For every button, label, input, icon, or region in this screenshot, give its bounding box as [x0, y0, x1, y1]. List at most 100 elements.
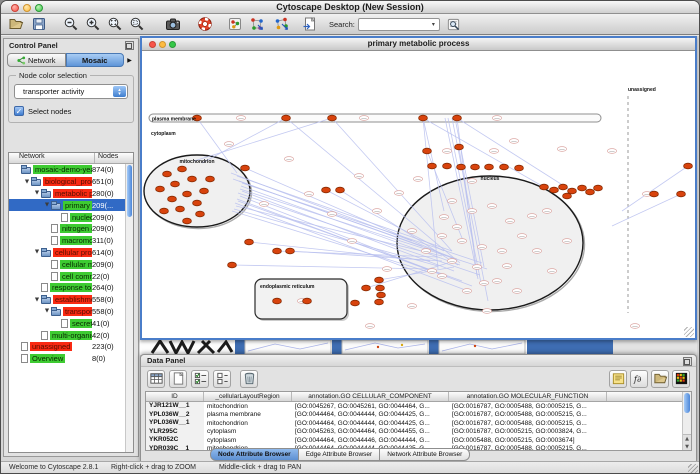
tree-row[interactable]: ▼metabolic process280(0): [9, 188, 125, 200]
tree-row[interactable]: ▼transport558(0): [9, 306, 125, 318]
small-node[interactable]: [462, 289, 471, 294]
view-minimize-button[interactable]: [159, 41, 166, 48]
small-node[interactable]: [562, 239, 571, 244]
node[interactable]: [168, 196, 177, 202]
node[interactable]: [375, 299, 384, 305]
node[interactable]: [282, 115, 291, 121]
tree-row[interactable]: ▼primary metabo209(...: [9, 199, 125, 211]
small-node[interactable]: [630, 324, 639, 329]
search-dropdown-icon[interactable]: ▾: [428, 19, 439, 30]
node[interactable]: [362, 285, 371, 291]
node[interactable]: [273, 298, 282, 304]
node[interactable]: [200, 188, 209, 194]
small-node[interactable]: [547, 269, 556, 274]
small-node[interactable]: [512, 289, 521, 294]
snapshot-camera-button[interactable]: [163, 15, 182, 34]
table-row[interactable]: YPL036W__2plasma membrane[GO:0044464, GO…: [146, 411, 691, 420]
tab-edge-attribute-browser[interactable]: Edge Attribute Browser: [299, 448, 380, 461]
node[interactable]: [515, 165, 524, 171]
small-node[interactable]: [413, 177, 422, 182]
tree-row[interactable]: ▼establishment of lo558(0): [9, 294, 125, 306]
small-node[interactable]: [259, 202, 268, 207]
node[interactable]: [193, 200, 202, 206]
tree-row[interactable]: ▼cellular process614(0): [9, 247, 125, 259]
node[interactable]: [500, 164, 509, 170]
node[interactable]: [206, 176, 215, 182]
tree-scrollbar-thumb[interactable]: [127, 165, 132, 217]
expand-triangle-icon[interactable]: ▼: [43, 308, 51, 314]
node[interactable]: [471, 164, 480, 170]
node[interactable]: [183, 191, 192, 197]
node[interactable]: [160, 208, 169, 214]
view-close-button[interactable]: [149, 41, 156, 48]
node[interactable]: [377, 292, 386, 298]
tab-node-attribute-browser[interactable]: Node Attribute Browser: [210, 448, 299, 461]
table-row[interactable]: YPL036W__1mitochondrion[GO:0044464, GO:0…: [146, 419, 691, 428]
small-node[interactable]: [437, 274, 446, 279]
small-node[interactable]: [447, 259, 456, 264]
tree-row[interactable]: secretion41(0): [9, 317, 125, 329]
small-node[interactable]: [284, 157, 293, 162]
zoom-fit-button[interactable]: [105, 15, 124, 34]
node[interactable]: [428, 163, 437, 169]
column-header[interactable]: annotation.GO CELLULAR_COMPONENT: [292, 392, 449, 401]
small-node[interactable]: [304, 192, 313, 197]
tree-row[interactable]: mosaic-demo-yeast874(0): [9, 164, 125, 176]
small-node[interactable]: [467, 179, 476, 184]
node[interactable]: [455, 144, 464, 150]
small-node[interactable]: [447, 199, 456, 204]
node[interactable]: [586, 189, 595, 195]
node[interactable]: [163, 171, 172, 177]
zoom-out-button[interactable]: [61, 15, 80, 34]
small-node[interactable]: [452, 225, 461, 230]
help-lifesaver-button[interactable]: [195, 15, 214, 34]
node[interactable]: [453, 115, 462, 121]
expand-triangle-icon[interactable]: ▼: [33, 297, 41, 303]
zoom-in-button[interactable]: [83, 15, 102, 34]
node[interactable]: [328, 115, 337, 121]
small-node[interactable]: [359, 116, 368, 121]
node[interactable]: [303, 298, 312, 304]
small-node[interactable]: [477, 245, 486, 250]
node[interactable]: [578, 185, 587, 191]
close-button[interactable]: [11, 4, 19, 12]
import-attributes-button[interactable]: [651, 370, 669, 388]
unselect-attributes-button[interactable]: [213, 370, 231, 388]
tree-row[interactable]: ▼biological_process651(0): [9, 176, 125, 188]
small-node[interactable]: [467, 209, 476, 214]
node[interactable]: [336, 187, 345, 193]
expand-triangle-icon[interactable]: ▼: [43, 202, 51, 208]
small-node[interactable]: [407, 304, 416, 309]
small-node[interactable]: [365, 324, 374, 329]
small-node[interactable]: [497, 249, 506, 254]
table-row[interactable]: YLR295Ccytoplasm[GO:0045263, GO:0044464,…: [146, 428, 691, 437]
node[interactable]: [351, 300, 360, 306]
node[interactable]: [568, 188, 577, 194]
advanced-search-button[interactable]: [444, 15, 463, 34]
node[interactable]: [423, 148, 432, 154]
small-node[interactable]: [457, 239, 466, 244]
node[interactable]: [183, 218, 192, 224]
table-scrollbar[interactable]: ▲▼: [682, 392, 691, 450]
node[interactable]: [457, 164, 466, 170]
tree-row[interactable]: cellular metabo209(0): [9, 258, 125, 270]
column-header[interactable]: _cellularLayoutRegion: [204, 392, 292, 401]
more-tabs-arrow[interactable]: ▶: [124, 57, 135, 64]
small-node[interactable]: [517, 234, 526, 239]
tree-row[interactable]: multi-organism pro42(0): [9, 329, 125, 341]
node[interactable]: [594, 185, 603, 191]
data-panel-float-icon[interactable]: [683, 357, 692, 366]
tab-network[interactable]: Network: [7, 53, 66, 67]
small-node[interactable]: [437, 234, 446, 239]
node[interactable]: [419, 115, 428, 121]
small-node[interactable]: [505, 219, 514, 224]
small-node[interactable]: [479, 281, 488, 286]
small-node[interactable]: [347, 239, 356, 244]
node[interactable]: [375, 277, 384, 283]
node[interactable]: [550, 187, 559, 193]
small-node[interactable]: [527, 214, 536, 219]
small-node[interactable]: [372, 209, 381, 214]
small-node[interactable]: [236, 116, 245, 121]
color-matrix-button[interactable]: [672, 370, 690, 388]
small-node[interactable]: [224, 142, 233, 147]
